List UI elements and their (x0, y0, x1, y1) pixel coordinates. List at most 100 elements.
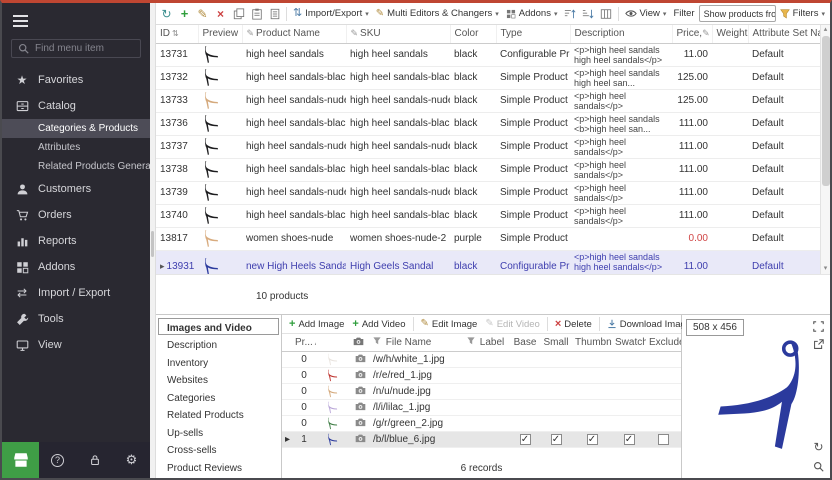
column-header-thumbnail[interactable]: Thumbna (572, 334, 612, 352)
row-expander[interactable] (282, 368, 292, 384)
columns-button[interactable] (598, 5, 615, 23)
checkbox-swatch[interactable] (612, 416, 646, 432)
column-header-exclude[interactable]: Exclude (646, 334, 681, 352)
edit-video-button[interactable]: ✎Edit Video (482, 315, 543, 333)
checkbox-base[interactable]: ✓ (510, 432, 540, 448)
delete-product-button[interactable]: × (212, 5, 229, 23)
tab-cross-sells[interactable]: Cross-sells (158, 440, 279, 457)
menu-search-input[interactable] (35, 43, 135, 54)
row-expander-icon[interactable]: ▸ (160, 261, 165, 271)
checkbox-small[interactable] (540, 352, 572, 368)
product-row[interactable]: 13731high heel sandalshigh heel sandalsb… (156, 43, 820, 66)
scroll-down-arrow[interactable]: ▾ (824, 264, 828, 274)
scrollbar-thumb[interactable] (822, 36, 830, 186)
column-header-attribute-set[interactable]: Attribute Set Name (748, 25, 820, 43)
column-header-base[interactable]: Base (510, 334, 540, 352)
checkbox-swatch[interactable]: ✓ (612, 432, 646, 448)
sidebar-item-favorites[interactable]: ★ Favorites (2, 67, 150, 93)
product-row[interactable]: 13732high heel sandals-blackhigh heel sa… (156, 66, 820, 89)
column-header-image-preview[interactable] (316, 334, 350, 352)
view-menu-button[interactable]: View ▾ (622, 5, 670, 23)
sidebar-item-tools[interactable]: Tools (2, 306, 150, 332)
edit-product-button[interactable]: ✎ (194, 5, 211, 23)
add-video-button[interactable]: +Add Video (349, 315, 408, 333)
tab-related-products[interactable]: Related Products (158, 405, 279, 422)
sidebar-item-view[interactable]: View (2, 332, 150, 358)
product-row[interactable]: 13740high heel sandals-black-38high heel… (156, 204, 820, 227)
add-image-button[interactable]: +Add Image (286, 315, 347, 333)
product-row[interactable]: 13817women shoes-nudewomen shoes-nude-2p… (156, 227, 820, 250)
checkbox-small[interactable] (540, 416, 572, 432)
checkbox-small[interactable] (540, 400, 572, 416)
checkbox-swatch[interactable] (612, 352, 646, 368)
image-row[interactable]: 0/w/h/white_1.jpg (282, 352, 681, 368)
addons-menu-button[interactable]: Addons ▾ (503, 5, 561, 23)
tab-inventory[interactable]: Inventory (158, 353, 279, 370)
menu-search-box[interactable] (11, 39, 141, 58)
sidebar-item-import-export[interactable]: ⇄ Import / Export (2, 280, 150, 306)
sidebar-item-orders[interactable]: Orders (2, 202, 150, 228)
refresh-button[interactable]: ↻ (158, 5, 175, 23)
column-header-color[interactable]: Color (450, 25, 496, 43)
sidebar-item-categories-products[interactable]: Categories & Products (2, 119, 150, 138)
small-checkbox[interactable]: ✓ (551, 434, 562, 445)
hamburger-menu-button[interactable] (2, 3, 150, 36)
column-header-preview[interactable]: Preview (198, 25, 242, 43)
product-row[interactable]: 13736high heel sandals-black-36high heel… (156, 112, 820, 135)
sidebar-item-customers[interactable]: Customers (2, 176, 150, 202)
column-header-camera[interactable] (350, 334, 370, 352)
column-header-small[interactable]: Small (540, 334, 572, 352)
sidebar-item-reports[interactable]: Reports (2, 228, 150, 254)
edit-image-button[interactable]: ✎Edit Image (418, 315, 481, 333)
checkbox-base[interactable] (510, 400, 540, 416)
row-expander[interactable] (282, 416, 292, 432)
paste-button[interactable] (248, 5, 265, 23)
row-expander[interactable] (282, 384, 292, 400)
column-header-weight[interactable]: Weight (712, 25, 748, 43)
product-row[interactable]: 13738high heel sandals-black-37high heel… (156, 158, 820, 181)
tab-up-sells[interactable]: Up-sells (158, 423, 279, 440)
column-header-type[interactable]: Type (496, 25, 570, 43)
column-header-label[interactable]: Label (464, 334, 510, 352)
open-external-button[interactable] (811, 337, 826, 352)
column-header-product-name[interactable]: ✎Product Name (242, 25, 346, 43)
tab-description[interactable]: Description (158, 335, 279, 352)
swatch-checkbox[interactable]: ✓ (624, 434, 635, 445)
splitter-handle[interactable] (151, 231, 154, 257)
checkbox-exclude[interactable] (646, 400, 681, 416)
base-checkbox[interactable]: ✓ (520, 434, 531, 445)
image-row[interactable]: 0/l/i/lilac_1.jpg (282, 400, 681, 416)
help-button[interactable]: ? (50, 452, 66, 468)
checkbox-base[interactable] (510, 416, 540, 432)
checkbox-base[interactable] (510, 368, 540, 384)
product-image[interactable] (682, 315, 830, 478)
image-row[interactable]: 0/r/e/red_1.jpg (282, 368, 681, 384)
delete-image-button[interactable]: ×Delete (552, 315, 595, 333)
column-header-position[interactable]: Pr...▴ (292, 334, 316, 352)
column-header-sku[interactable]: ✎SKU (346, 25, 450, 43)
lock-button[interactable] (87, 452, 103, 468)
checkbox-small[interactable] (540, 384, 572, 400)
tab-images-and-video[interactable]: Images and Video (158, 318, 279, 335)
add-product-button[interactable]: + (176, 5, 193, 23)
checkbox-exclude[interactable] (646, 352, 681, 368)
sidebar-item-addons[interactable]: Addons (2, 254, 150, 280)
row-expander[interactable]: ▸ (282, 432, 292, 448)
product-row[interactable]: 13737high heel sandals-nude-36high heel … (156, 135, 820, 158)
checkbox-base[interactable] (510, 384, 540, 400)
sort-ascending-button[interactable] (562, 5, 579, 23)
checkbox-swatch[interactable] (612, 400, 646, 416)
product-row[interactable]: ▸13931new High Heels SandalsHigh Geels S… (156, 250, 820, 274)
store-manager-logo[interactable] (2, 442, 39, 478)
duplicate-button[interactable] (266, 5, 283, 23)
image-row[interactable]: ▸1/b/l/blue_6.jpg✓✓✓✓ (282, 432, 681, 448)
vertical-scrollbar[interactable]: ▴ ▾ (820, 25, 830, 274)
sidebar-splitter[interactable] (150, 3, 156, 478)
checkbox-swatch[interactable] (612, 384, 646, 400)
image-row[interactable]: 0/n/u/nude.jpg (282, 384, 681, 400)
checkbox-thumbnail[interactable] (572, 416, 612, 432)
checkbox-base[interactable] (510, 352, 540, 368)
checkbox-thumbnail[interactable] (572, 368, 612, 384)
column-header-id[interactable]: ID⇅ (156, 25, 198, 43)
column-header-file-name[interactable]: File Name (370, 334, 464, 352)
